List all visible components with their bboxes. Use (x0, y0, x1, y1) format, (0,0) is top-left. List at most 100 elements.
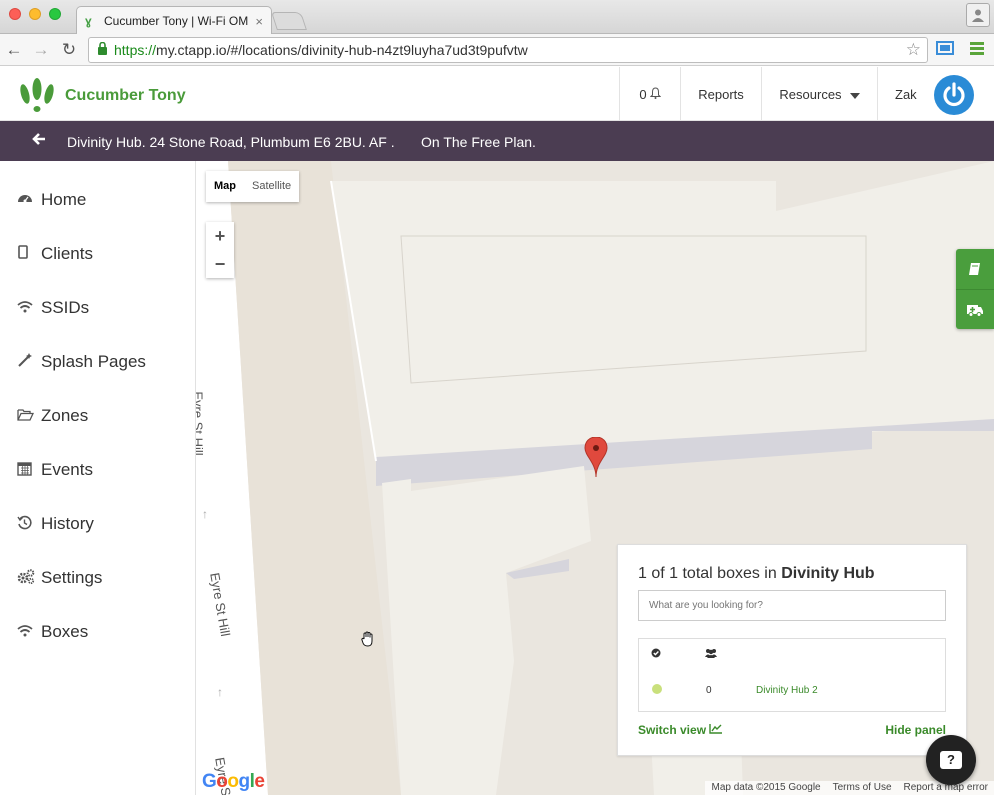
question-icon: ? (940, 751, 962, 769)
bookmark-star-icon[interactable]: ☆ (906, 40, 921, 60)
sidebar-item-label: Home (41, 190, 87, 209)
sidebar-item-events[interactable]: Events (17, 458, 93, 482)
plan-label[interactable]: On The Free Plan. (421, 134, 536, 150)
sidebar-item-boxes[interactable]: Boxes (17, 620, 88, 644)
sidebar-item-label: History (41, 514, 94, 533)
box-name-link[interactable]: Divinity Hub 2 (756, 685, 818, 696)
ambulance-icon[interactable] (956, 289, 994, 329)
power-icon[interactable] (934, 75, 974, 115)
hide-panel-link[interactable]: Hide panel (885, 723, 946, 737)
browser-toolbar: ← → ↻ https://my.ctapp.io/#/locations/di… (0, 34, 994, 66)
location-bar: Divinity Hub. 24 Stone Road, Plumbum E6 … (0, 121, 994, 161)
resources-label: Resources (779, 86, 842, 102)
tab-close-icon[interactable]: × (255, 14, 263, 29)
sidebar-item-label: Zones (41, 406, 89, 425)
arrow-left-icon[interactable] (32, 132, 46, 150)
url-scheme: https:// (114, 42, 157, 58)
sidebar-item-clients[interactable]: Clients (17, 242, 93, 266)
folder-open-icon (17, 408, 39, 425)
map-marker-icon[interactable] (584, 436, 608, 482)
app-header: Cucumber Tony 0 Reports Resources Zak (0, 67, 994, 121)
url-path: my.ctapp.io/#/locations/divinity-hub-n4z… (156, 42, 528, 58)
notification-count: 0 (639, 86, 647, 102)
check-circle-icon[interactable] (651, 648, 661, 661)
map-type-satellite[interactable]: Satellite (244, 171, 299, 202)
panel-title: 1 of 1 total boxes in Divinity Hub (638, 565, 875, 583)
sidebar-item-label: Boxes (41, 622, 89, 641)
minimize-window-button[interactable] (29, 8, 41, 20)
sidebar-item-home[interactable]: Home (17, 188, 86, 212)
zoom-control: + − (206, 222, 234, 278)
notifications-button[interactable]: 0 (619, 67, 680, 121)
brand-name[interactable]: Cucumber Tony (65, 87, 186, 105)
line-chart-icon (709, 723, 723, 737)
profile-icon[interactable] (966, 3, 990, 27)
street-label: Eyre St Hill (196, 391, 206, 456)
tablet-icon (17, 245, 39, 263)
magic-wand-icon (17, 353, 39, 371)
sidebar: Home Clients SSIDs Splash Pages Zones Ev… (0, 161, 196, 795)
map-data-label: Map data ©2015 Google (711, 782, 821, 793)
sidebar-item-label: Events (41, 460, 93, 479)
panel-title-prefix: 1 of 1 total boxes in (638, 565, 782, 582)
resources-dropdown[interactable]: Resources (761, 67, 877, 121)
map-type-control: Map Satellite (206, 171, 300, 202)
caret-down-icon (849, 87, 860, 102)
hand-cursor-icon (361, 631, 375, 651)
lock-icon (97, 41, 108, 58)
oneway-arrow-icon: ↑ (202, 507, 208, 521)
cast-icon[interactable] (936, 41, 954, 59)
terms-link[interactable]: Terms of Use (827, 781, 898, 795)
location-address: Divinity Hub. 24 Stone Road, Plumbum E6 … (67, 134, 395, 150)
browser-tab[interactable]: ɣ Cucumber Tony | Wi-Fi OM × (76, 6, 272, 35)
sidebar-item-ssids[interactable]: SSIDs (17, 296, 89, 320)
user-name: Zak (895, 86, 917, 102)
close-window-button[interactable] (9, 8, 21, 20)
users-icon[interactable] (705, 648, 717, 661)
cucumber-tony-logo[interactable] (17, 77, 57, 113)
sidebar-item-splash-pages[interactable]: Splash Pages (17, 350, 146, 374)
map[interactable]: Map Satellite + − Eyre St Hill Eyre St H… (196, 161, 994, 795)
sidebar-item-label: Splash Pages (41, 352, 146, 371)
wifi-icon (17, 300, 39, 317)
side-toolbar (956, 249, 994, 329)
reload-icon[interactable]: ↻ (59, 40, 79, 60)
calendar-icon (17, 461, 39, 480)
cucumber-favicon-icon: ɣ (85, 14, 92, 28)
boxes-table: 0 Divinity Hub 2 (638, 638, 946, 712)
box-clients-count: 0 (706, 685, 712, 696)
new-tab-button[interactable] (271, 12, 307, 30)
bell-icon (649, 86, 661, 102)
switch-view-label: Switch view (638, 723, 707, 737)
sidebar-item-label: Settings (41, 568, 103, 587)
address-bar[interactable]: https://my.ctapp.io/#/locations/divinity… (88, 37, 928, 63)
browser-menu-icon[interactable] (970, 42, 984, 57)
oneway-arrow-icon: ↑ (217, 685, 223, 699)
forward-icon[interactable]: → (31, 40, 51, 60)
status-indicator (652, 684, 662, 694)
switch-view-link[interactable]: Switch view (638, 723, 723, 737)
sidebar-item-label: Clients (41, 244, 93, 263)
reports-link[interactable]: Reports (680, 67, 761, 121)
tab-title: Cucumber Tony | Wi-Fi OM (104, 14, 249, 28)
zoom-out-button[interactable]: − (206, 250, 234, 278)
browser-titlebar: ɣ Cucumber Tony | Wi-Fi OM × (0, 0, 994, 35)
sidebar-item-history[interactable]: History (17, 512, 94, 536)
wifi-icon (17, 624, 39, 641)
maximize-window-button[interactable] (49, 8, 61, 20)
history-icon (17, 515, 39, 534)
boxes-panel: 1 of 1 total boxes in Divinity Hub 0 Div… (617, 544, 967, 756)
sidebar-item-settings[interactable]: Settings (17, 566, 102, 590)
dashboard-icon (17, 191, 39, 209)
cogs-icon (17, 568, 39, 588)
panel-title-location: Divinity Hub (781, 565, 875, 582)
sidebar-item-zones[interactable]: Zones (17, 404, 88, 428)
back-icon[interactable]: ← (4, 40, 24, 60)
google-logo[interactable]: Google (202, 771, 265, 793)
search-input[interactable] (638, 590, 946, 621)
book-icon[interactable] (956, 249, 994, 289)
help-chat-button[interactable]: ? (926, 735, 976, 785)
zoom-in-button[interactable]: + (206, 222, 234, 250)
sidebar-item-label: SSIDs (41, 298, 90, 317)
map-type-map[interactable]: Map (206, 171, 244, 202)
